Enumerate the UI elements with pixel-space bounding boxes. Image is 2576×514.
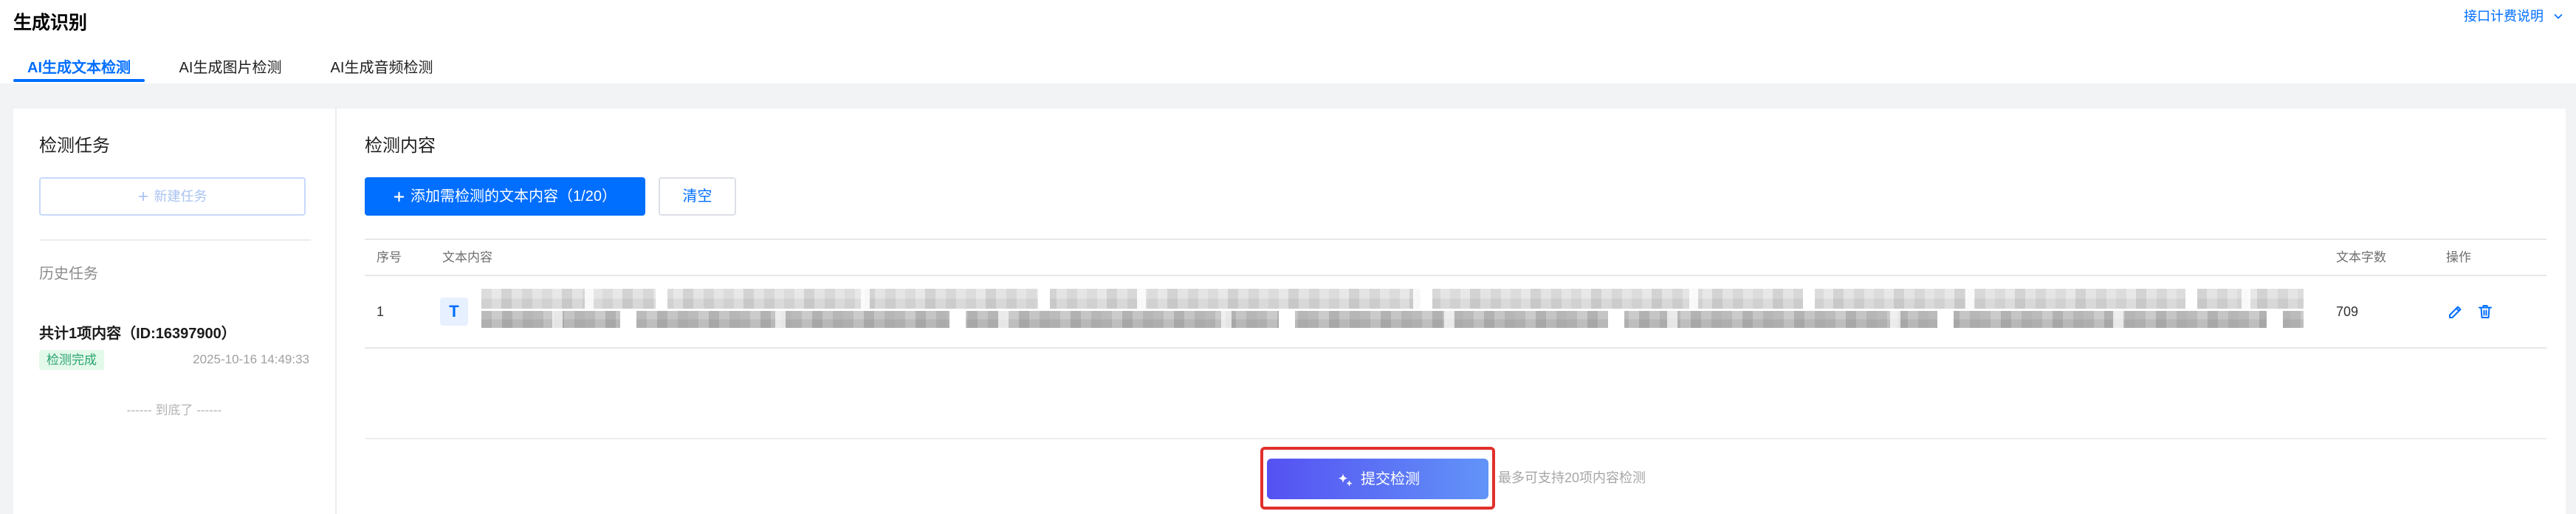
add-text-label: 添加需检测的文本内容（1/20）	[411, 188, 616, 205]
column-header-index: 序号	[377, 250, 402, 264]
tab-text-detection[interactable]: AI生成文本检测	[13, 52, 145, 83]
submit-detection-button[interactable]: 提交检测	[1267, 459, 1488, 499]
column-header-content: 文本内容	[442, 250, 492, 264]
row-actions	[2434, 276, 2546, 347]
content-panel: 检测内容 添加需检测的文本内容（1/20） 清空 序号 文本内容 文本字数 操作	[337, 109, 2566, 514]
tab-label: AI生成图片检测	[179, 59, 282, 76]
plus-icon	[138, 191, 148, 202]
column-header-char-count: 文本字数	[2336, 250, 2386, 264]
edit-icon[interactable]	[2447, 303, 2465, 321]
submit-hint: 最多可支持20项内容检测	[1498, 470, 1646, 485]
content-table: 序号 文本内容 文本字数 操作 1 T 709	[365, 239, 2546, 349]
delete-icon[interactable]	[2476, 303, 2494, 321]
clear-label: 清空	[682, 188, 712, 205]
row-index: 1	[377, 304, 385, 319]
history-task-time: 2025-10-16 14:49:33	[193, 352, 309, 366]
submit-label: 提交检测	[1361, 470, 1420, 487]
status-badge: 检测完成	[39, 350, 104, 370]
add-text-button[interactable]: 添加需检测的文本内容（1/20）	[365, 177, 645, 216]
new-task-button[interactable]: 新建任务	[39, 177, 306, 216]
pricing-link-label: 接口计费说明	[2464, 9, 2544, 24]
column-header-actions: 操作	[2446, 250, 2471, 264]
table-header-row: 序号 文本内容 文本字数 操作	[365, 239, 2546, 276]
history-task-item[interactable]: 共计1项内容（ID:16397900） 检测完成 2025-10-16 14:4…	[13, 321, 335, 374]
footer-divider	[365, 438, 2546, 439]
task-panel-title: 检测任务	[39, 136, 110, 156]
tab-bar: AI生成文本检测 AI生成图片检测 AI生成音频检测	[13, 52, 467, 83]
row-char-count: 709	[2336, 304, 2359, 319]
top-header: 生成识别 接口计费说明 AI生成文本检测 AI生成图片检测 AI生成音频检测	[0, 0, 2576, 83]
tab-image-detection[interactable]: AI生成图片检测	[165, 52, 296, 83]
history-title: 历史任务	[39, 266, 98, 282]
tab-label: AI生成音频检测	[330, 59, 433, 76]
sparkle-icon	[1338, 473, 1352, 486]
task-panel: 检测任务 新建任务 历史任务 共计1项内容（ID:16397900） 检测完成 …	[13, 109, 337, 514]
pricing-link[interactable]: 接口计费说明	[2464, 7, 2564, 25]
page: 生成识别 接口计费说明 AI生成文本检测 AI生成图片检测 AI生成音频检测 检…	[0, 0, 2576, 514]
chevron-down-icon	[2554, 14, 2563, 19]
main-card: 检测任务 新建任务 历史任务 共计1项内容（ID:16397900） 检测完成 …	[13, 109, 2566, 514]
pixelated-text-content	[481, 289, 2304, 328]
pixelated-text-line	[481, 289, 2304, 309]
divider	[39, 239, 311, 241]
tab-label: AI生成文本检测	[27, 59, 131, 76]
tab-audio-detection[interactable]: AI生成音频检测	[316, 52, 447, 83]
table-row: 1 T 709	[365, 276, 2546, 349]
row-content: T	[430, 276, 2324, 347]
new-task-label: 新建任务	[154, 189, 207, 204]
page-title: 生成识别	[13, 13, 88, 33]
clear-button[interactable]: 清空	[659, 177, 736, 216]
history-task-summary: 共计1项内容（ID:16397900）	[39, 326, 236, 342]
pixelated-text-line	[481, 311, 2304, 328]
text-type-icon: T	[440, 298, 468, 326]
end-of-list-text: ------ 到底了 ------	[126, 403, 222, 417]
active-tab-indicator	[13, 79, 145, 82]
plus-icon	[394, 191, 405, 202]
content-panel-title: 检测内容	[365, 136, 436, 156]
